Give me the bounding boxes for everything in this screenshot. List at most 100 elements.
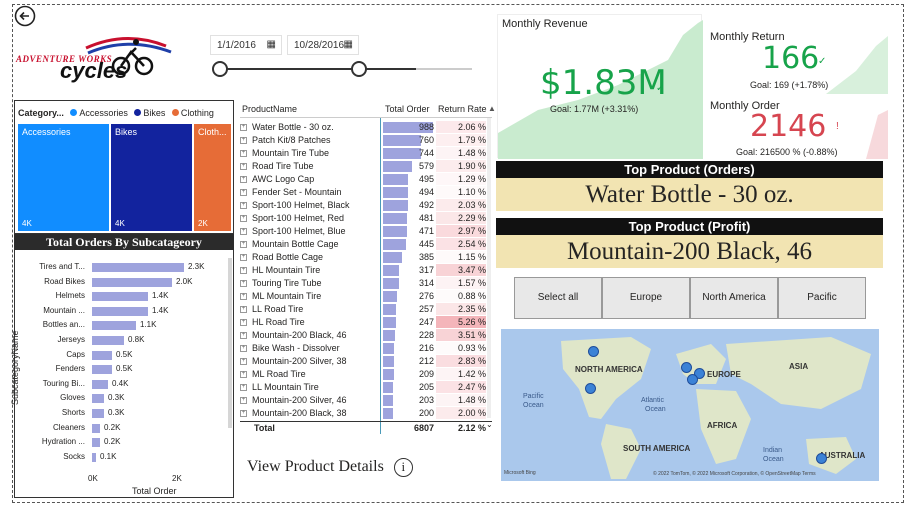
view-product-details-button[interactable]: View Product Details i	[247, 458, 413, 477]
legend-item[interactable]: Bikes	[143, 108, 165, 118]
calendar-icon[interactable]: ▦	[344, 39, 353, 50]
date-range-start-handle[interactable]	[212, 61, 228, 77]
table-row-product[interactable]: + AWC Logo Cap	[240, 173, 380, 186]
treemap-tile-bikes[interactable]: Bikes 4K	[111, 124, 192, 231]
sales-map[interactable]: NORTH AMERICA EUROPE ASIA AFRICA SOUTH A…	[501, 329, 879, 481]
expand-icon[interactable]: +	[240, 137, 247, 145]
expand-icon[interactable]: +	[240, 293, 247, 301]
table-row-product[interactable]: + Bike Wash - Dissolver	[240, 342, 380, 355]
treemap-tile-clothing[interactable]: Cloth... 2K	[194, 124, 231, 231]
expand-icon[interactable]: +	[240, 306, 247, 314]
expand-icon[interactable]: +	[240, 397, 247, 405]
expand-icon[interactable]: +	[240, 189, 247, 197]
kpi-order-card[interactable]: Monthly Order 2146 ! Goal: 216500 % (-0.…	[706, 95, 888, 159]
subcategory-bar[interactable]	[92, 292, 148, 302]
table-row-product[interactable]: + LL Mountain Tire	[240, 381, 380, 394]
subcategory-bar[interactable]	[92, 394, 104, 404]
table-row-product[interactable]: + Mountain-200 Black, 38	[240, 407, 380, 420]
col-header-total-order[interactable]: Total Order	[385, 104, 430, 114]
expand-icon[interactable]: +	[240, 410, 247, 418]
map-point[interactable]	[588, 346, 599, 357]
table-row-product[interactable]: + Mountain-200 Silver, 38	[240, 355, 380, 368]
map-attribution[interactable]: © 2022 TomTom, © 2022 Microsoft Corporat…	[653, 471, 816, 477]
subcategory-bar[interactable]	[92, 409, 104, 418]
subcategory-bar[interactable]	[92, 336, 124, 345]
table-row-product[interactable]: + LL Road Tire	[240, 303, 380, 316]
subcategory-bar[interactable]	[92, 277, 172, 287]
expand-icon[interactable]: +	[240, 254, 247, 262]
end-date-field[interactable]: 10/28/2016 ▦	[287, 35, 359, 55]
table-row-product[interactable]: + Sport-100 Helmet, Black	[240, 199, 380, 212]
treemap-tile-accessories[interactable]: Accessories 4K	[18, 124, 109, 231]
expand-icon[interactable]: +	[240, 202, 247, 210]
table-row-product[interactable]: + Road Bottle Cage	[240, 251, 380, 264]
table-row-product[interactable]: + Water Bottle - 30 oz.	[240, 121, 380, 134]
expand-icon[interactable]: +	[240, 280, 247, 288]
subcategory-bar[interactable]	[92, 452, 96, 462]
table-row-product[interactable]: + Mountain Tire Tube	[240, 147, 380, 160]
region-europe-button[interactable]: Europe	[602, 277, 690, 319]
expand-icon[interactable]: +	[240, 176, 247, 184]
expand-icon[interactable]: +	[240, 150, 247, 158]
table-row-product[interactable]: + ML Road Tire	[240, 368, 380, 381]
subcategory-bar[interactable]	[92, 350, 112, 360]
expand-icon[interactable]: +	[240, 163, 247, 171]
table-row-product[interactable]: + Mountain-200 Black, 46	[240, 329, 380, 342]
info-icon[interactable]: i	[393, 458, 413, 477]
expand-icon[interactable]: +	[240, 319, 247, 327]
table-row-product[interactable]: + Road Tire Tube	[240, 160, 380, 173]
chart-scrollbar[interactable]	[228, 258, 232, 428]
date-range-end-handle[interactable]	[351, 61, 367, 77]
subcategory-bar[interactable]	[92, 379, 108, 389]
subcategory-bar[interactable]	[92, 365, 112, 375]
table-row-product[interactable]: + Mountain Bottle Cage	[240, 238, 380, 251]
region-select-all-button[interactable]: Select all	[514, 277, 602, 319]
kpi-revenue-card[interactable]: Monthly Revenue $1.83M ✓ Goal: 1.77M (+3…	[497, 14, 703, 159]
table-row-product[interactable]: + ML Mountain Tire	[240, 290, 380, 303]
table-scrollbar[interactable]	[487, 118, 491, 418]
table-row-product[interactable]: + Mountain-200 Silver, 46	[240, 394, 380, 407]
top-profit-value: Mountain-200 Black, 46	[496, 235, 883, 268]
region-pacific-button[interactable]: Pacific	[778, 277, 866, 319]
expand-icon[interactable]: +	[240, 332, 247, 340]
legend-item[interactable]: Accessories	[79, 108, 128, 118]
expand-icon[interactable]: +	[240, 124, 247, 132]
table-row-product[interactable]: + Sport-100 Helmet, Blue	[240, 225, 380, 238]
scroll-down-icon[interactable]: ⌄	[486, 420, 493, 429]
table-row-product[interactable]: + HL Mountain Tire	[240, 264, 380, 277]
calendar-icon[interactable]: ▦	[267, 39, 276, 50]
expand-icon[interactable]: +	[240, 241, 247, 249]
col-header-product[interactable]: ProductName	[242, 104, 297, 114]
subcategory-bar[interactable]	[92, 423, 100, 433]
region-north-america-button[interactable]: North America	[690, 277, 778, 319]
table-row-product[interactable]: + Fender Set - Mountain	[240, 186, 380, 199]
subcategory-bar[interactable]	[92, 321, 136, 331]
map-point[interactable]	[816, 453, 827, 464]
back-arrow-icon[interactable]	[14, 5, 36, 27]
expand-icon[interactable]: +	[240, 228, 247, 236]
expand-icon[interactable]: +	[240, 384, 247, 392]
bar-data-label: 0.4K	[112, 378, 129, 388]
expand-icon[interactable]: +	[240, 358, 247, 366]
sort-up-icon[interactable]: ▲	[488, 104, 496, 113]
x-tick-1: 2K	[172, 474, 182, 483]
expand-icon[interactable]: +	[240, 267, 247, 275]
expand-icon[interactable]: +	[240, 371, 247, 379]
table-row-product[interactable]: + Sport-100 Helmet, Red	[240, 212, 380, 225]
start-date-field[interactable]: 1/1/2016 ▦	[210, 35, 282, 55]
kpi-return-card[interactable]: Monthly Return 166 ✓ Goal: 169 (+1.78%)	[706, 26, 888, 94]
table-row-product[interactable]: + Touring Tire Tube	[240, 277, 380, 290]
subcategory-bar[interactable]	[92, 306, 148, 316]
col-header-return-rate[interactable]: Return Rate	[438, 104, 487, 114]
table-row-product[interactable]: + HL Road Tire	[240, 316, 380, 329]
map-point[interactable]	[681, 362, 692, 373]
expand-icon[interactable]: +	[240, 345, 247, 353]
table-row-product[interactable]: + Patch Kit/8 Patches	[240, 134, 380, 147]
map-point[interactable]	[687, 374, 698, 385]
bar-data-label: 0.2K	[104, 422, 121, 432]
subcategory-bar[interactable]	[92, 263, 184, 272]
expand-icon[interactable]: +	[240, 215, 247, 223]
subcategory-bar[interactable]	[92, 438, 100, 448]
map-point[interactable]	[585, 383, 596, 394]
legend-item[interactable]: Clothing	[181, 108, 214, 118]
